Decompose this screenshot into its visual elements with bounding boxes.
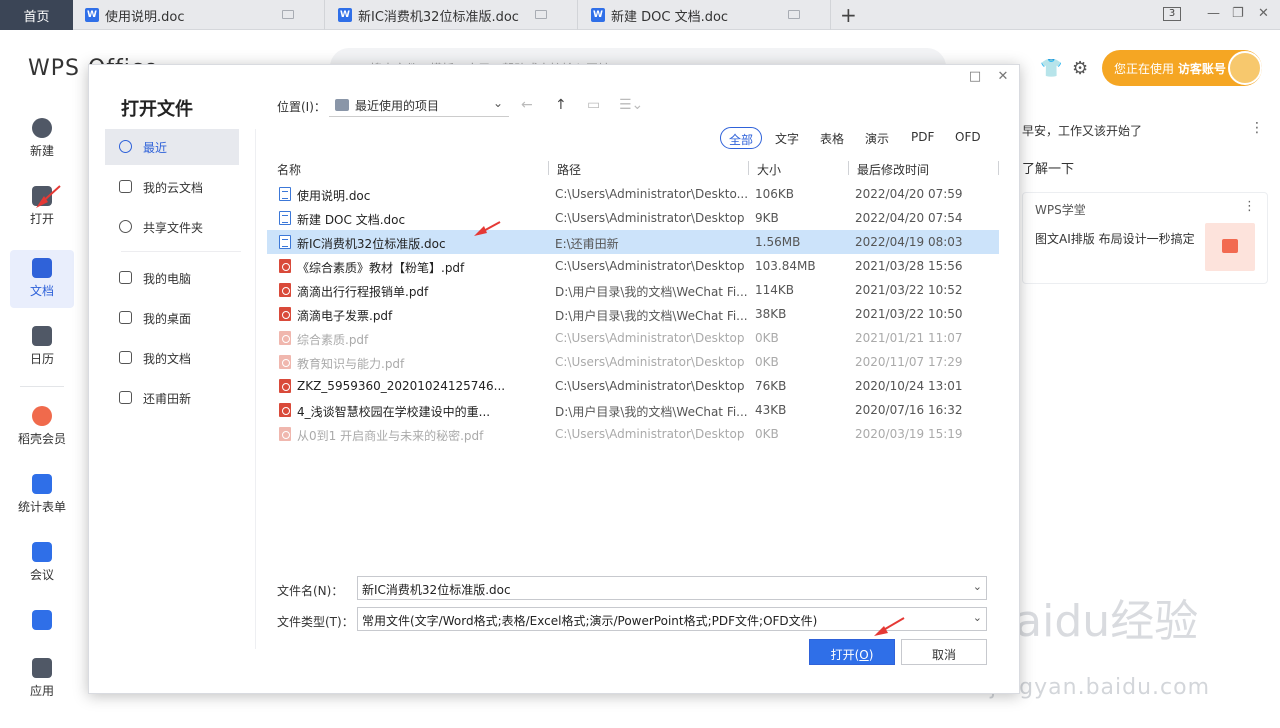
annotation-arrow-open-button: [874, 617, 905, 636]
annotation-arrows: [36, 185, 905, 636]
annotation-arrow-open: [36, 185, 61, 208]
annotation-arrow-file: [474, 221, 501, 236]
